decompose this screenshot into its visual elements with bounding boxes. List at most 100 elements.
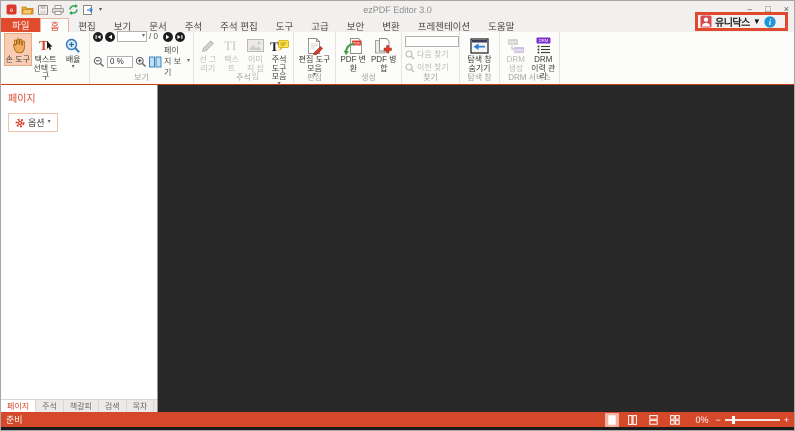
text-select-icon: T	[37, 35, 55, 56]
prev-page-button[interactable]	[105, 31, 115, 42]
drm-history-icon: DRM	[535, 35, 552, 56]
zoom-in-button[interactable]	[135, 56, 147, 68]
panel-tab-annotations[interactable]: 주석	[36, 400, 64, 412]
find-input[interactable]	[405, 36, 459, 47]
status-bar: 준비 0% − +	[1, 412, 794, 427]
open-file-icon[interactable]	[21, 5, 34, 15]
tab-document[interactable]: 문서	[140, 18, 175, 33]
title-bar: e ▾ ezPDF Editor 3.0 – □ ×	[1, 1, 794, 18]
text-annotation-icon: TI	[223, 35, 241, 56]
zoom-slider-track[interactable]	[724, 415, 780, 424]
panel-title: 페이지	[8, 94, 36, 105]
find-group-label: 찾기	[423, 73, 438, 82]
magnifier-icon	[405, 49, 415, 59]
panel-tab-toc[interactable]: 목차	[127, 400, 155, 412]
panel-tab-search[interactable]: 검색	[99, 400, 127, 412]
main-area: 페이지 옵션 ▾ 페이지 주석 책갈피 검색 목차	[1, 85, 794, 412]
edit-document-icon	[306, 35, 323, 56]
pencil-icon	[200, 35, 216, 56]
page-number-combo[interactable]: ▾	[117, 31, 147, 42]
tab-convert[interactable]: 변환	[373, 18, 408, 33]
last-page-button[interactable]	[174, 31, 185, 42]
status-ready-label: 준비	[6, 415, 23, 425]
page-view-caret[interactable]: ▾	[187, 58, 190, 64]
next-page-button[interactable]	[162, 31, 173, 42]
svg-text:TI: TI	[224, 38, 236, 53]
tab-file[interactable]: 파일	[1, 18, 41, 32]
zoom-out-step-button[interactable]: −	[715, 415, 720, 425]
zoom-out-button[interactable]	[93, 56, 105, 68]
zoom-dropdown-caret[interactable]: ▾	[72, 64, 75, 70]
info-icon[interactable]: i	[764, 15, 776, 28]
options-button[interactable]: 옵션 ▾	[8, 113, 58, 132]
tab-home[interactable]: 홈	[40, 18, 70, 33]
pdf-convert-button[interactable]: PDF PDF 변환	[339, 34, 368, 73]
ribbon-tab-bar: 파일 홈 편집 보기 문서 주석 주석 편집 도구 고급 보안 변환 프레젠테이…	[1, 18, 794, 33]
text-select-tool-button[interactable]: T 텍스트 선택 도구	[33, 34, 59, 82]
quick-access-toolbar: e ▾	[6, 4, 102, 15]
view-continuous-button[interactable]	[625, 413, 640, 427]
app-logo-icon: e	[6, 4, 17, 15]
zoom-in-step-button[interactable]: +	[784, 415, 789, 425]
hand-tool-button[interactable]: 손 도구	[4, 33, 32, 66]
zoom-value-input[interactable]	[107, 55, 133, 68]
tab-edit[interactable]: 편집	[69, 18, 104, 33]
user-avatar-icon	[700, 15, 712, 28]
document-canvas[interactable]	[158, 85, 794, 412]
view-two-page-button[interactable]	[646, 413, 661, 427]
view-grid-button[interactable]	[667, 413, 683, 427]
app-window: e ▾ ezPDF Editor 3.0 – □ × 파일 홈 편집 보기 문서…	[0, 0, 795, 431]
annotation-group-label: 주석	[236, 73, 251, 82]
tab-tools[interactable]: 도구	[267, 18, 302, 33]
magnifier-icon	[405, 62, 415, 72]
account-dropdown-caret[interactable]: ▼	[753, 17, 761, 26]
pdf-convert-icon: PDF	[343, 35, 364, 56]
zoom-slider: − +	[715, 415, 789, 425]
draw-line-button[interactable]: 선 그리기	[197, 34, 219, 73]
gear-icon	[15, 118, 25, 127]
refresh-icon[interactable]	[68, 4, 79, 15]
ribbon-group-view: ▾ / 0 페이지 보기 ▾ 보기	[90, 31, 194, 84]
window-title: ezPDF Editor 3.0	[363, 4, 432, 15]
zoom-tool-button[interactable]: 배율 ▾	[60, 34, 86, 70]
export-icon[interactable]	[83, 4, 94, 15]
hide-navpane-button[interactable]: 탐색 창 숨기기	[463, 34, 496, 73]
page-total-label: / 0	[149, 32, 158, 41]
drm-create-icon: PDF DRM	[507, 35, 525, 56]
tab-help[interactable]: 도움말	[479, 18, 523, 33]
create-group-label: 생성	[361, 73, 376, 82]
tab-presentation[interactable]: 프레젠테이션	[409, 18, 479, 33]
print-icon[interactable]	[52, 4, 64, 15]
drm-create-button[interactable]: PDF DRM DRM 생성	[503, 34, 529, 73]
annotation-bubble-icon: T	[270, 35, 289, 56]
save-icon[interactable]	[38, 4, 48, 15]
first-page-button[interactable]	[93, 31, 103, 42]
zoom-slider-thumb[interactable]	[731, 415, 735, 424]
drm-create-label: DRM 생성	[506, 55, 525, 73]
image-icon	[246, 35, 264, 56]
qat-dropdown-caret[interactable]: ▾	[99, 6, 102, 13]
tab-advanced[interactable]: 고급	[302, 18, 337, 33]
tab-annotation[interactable]: 주석	[176, 18, 211, 33]
view-group-label: 보기	[134, 73, 149, 82]
account-highlight-box[interactable]: 유니닥스 ▼ i	[695, 12, 788, 31]
ribbon-empty-space	[560, 32, 794, 84]
ribbon-group-drm: PDF DRM DRM 생성 DRM DRM 이력 관리 DRM 서비스	[500, 32, 560, 84]
pdf-merge-button[interactable]: PDF 병합	[370, 34, 399, 73]
draw-line-label: 선 그리기	[199, 55, 217, 73]
view-single-page-button[interactable]	[605, 412, 620, 427]
page-combo-caret: ▾	[141, 33, 145, 39]
tab-annotation-edit[interactable]: 주석 편집	[211, 18, 267, 33]
drm-group-label: DRM 서비스	[508, 73, 551, 82]
panel-tab-bookmarks[interactable]: 책갈피	[64, 400, 99, 412]
annot-text-button[interactable]: TI 텍스트	[221, 34, 243, 73]
find-next-button[interactable]: 다음 찾기	[405, 49, 449, 60]
pdf-merge-label: PDF 병합	[370, 55, 397, 73]
panel-tab-pages[interactable]: 페이지	[1, 400, 37, 412]
tab-view[interactable]: 보기	[105, 18, 140, 33]
svg-text:PDF: PDF	[509, 40, 517, 44]
tab-security[interactable]: 보안	[338, 18, 373, 33]
panel-tab-bar: 페이지 주석 책갈피 검색 목차	[1, 399, 157, 412]
hide-navpane-label: 탐색 창 숨기기	[467, 55, 492, 73]
ribbon-group-edit: 편집 도구 모음 ▾ 편집	[294, 32, 336, 84]
